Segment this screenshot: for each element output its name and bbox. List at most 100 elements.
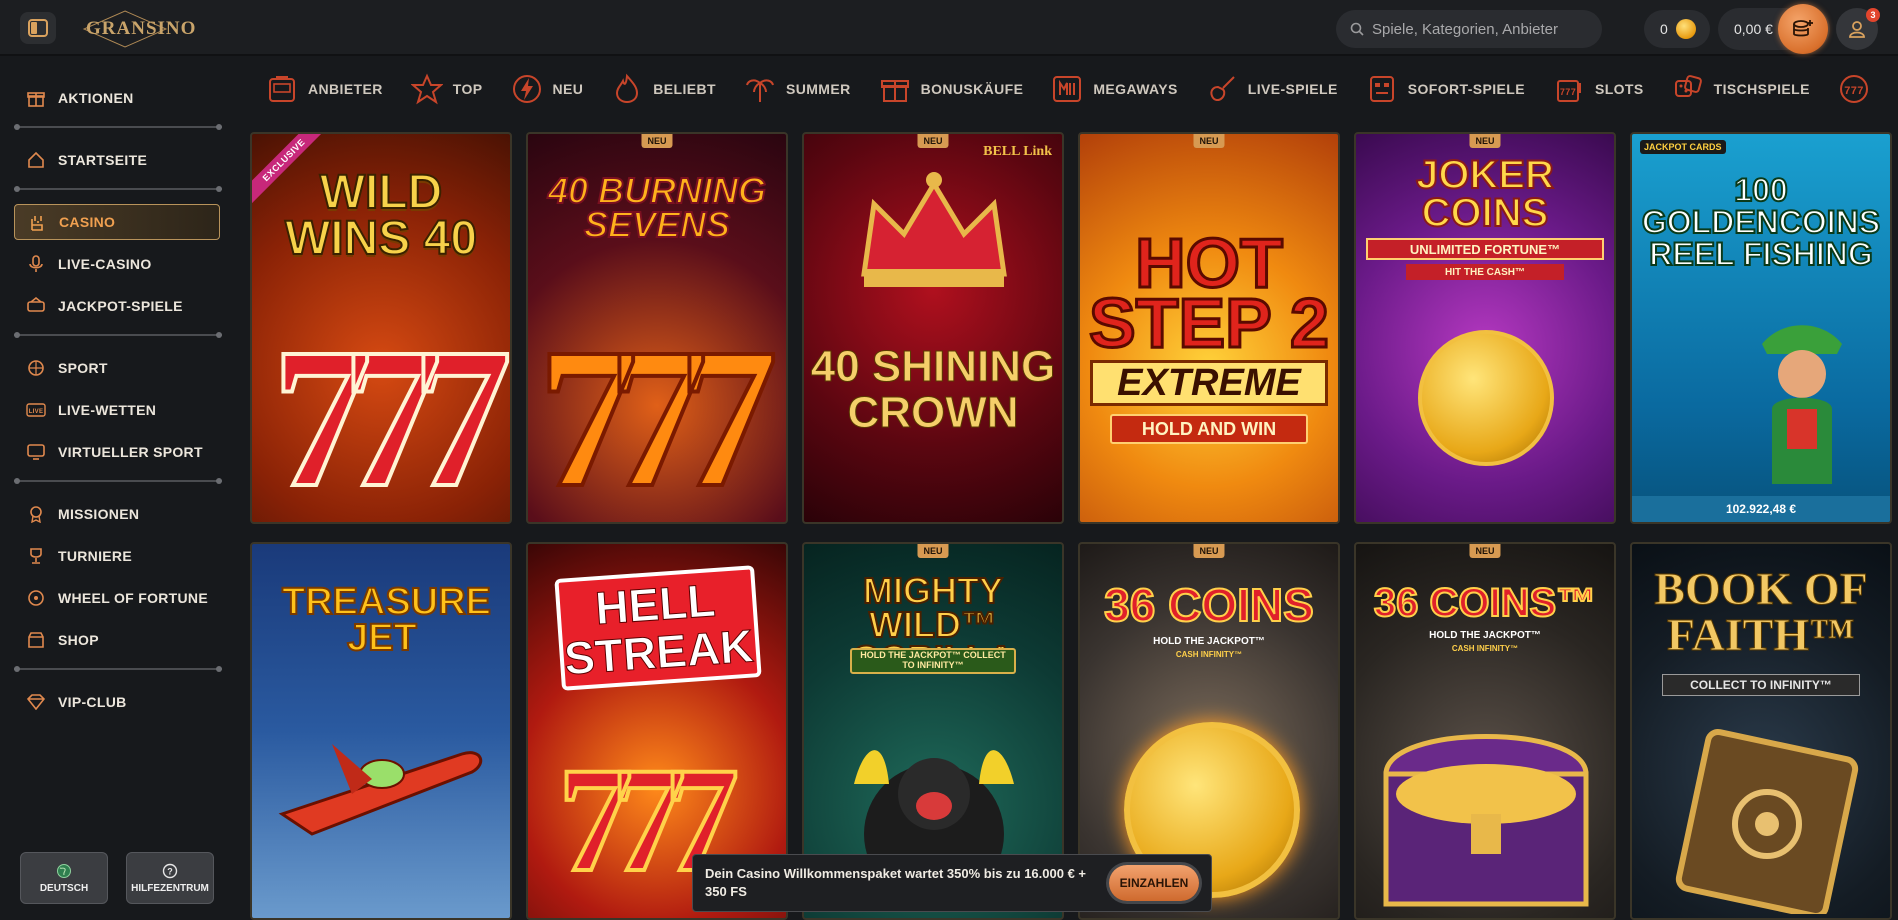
language-button[interactable]: DEUTSCH (20, 852, 108, 904)
category-tischspiele[interactable]: TISCHSPIELE (1658, 62, 1824, 116)
game-tagline: CASH INFINITY™ (1175, 650, 1243, 659)
sidebar-toggle-button[interactable] (20, 12, 56, 44)
game-tile-treasure-jet[interactable]: TREASURE JET (250, 542, 512, 920)
sidebar-item-jackpot-spiele[interactable]: JACKPOT-SPIELE (14, 288, 220, 324)
crown-image (861, 172, 1007, 287)
balance-value: 0,00 € (1734, 21, 1773, 37)
category-sofort-spiele[interactable]: SOFORT-SPIELE (1352, 62, 1539, 116)
diamond-icon (26, 692, 46, 712)
user-account-button[interactable]: 3 (1836, 8, 1880, 50)
tiki-icon (1366, 73, 1398, 105)
palm-icon (744, 73, 776, 105)
category-label: TOP (452, 81, 483, 97)
sidebar-item-virtueller-sport[interactable]: VIRTUELLER SPORT (14, 434, 220, 470)
game-subtitle: HOLD THE JACKPOT™ COLLECT TO INFINITY™ (850, 648, 1016, 674)
sidebar-divider (14, 666, 222, 672)
deposit-button[interactable] (1778, 4, 1828, 54)
gold-coin-image (1418, 330, 1554, 466)
sidebar-item-label: VIRTUELLER SPORT (58, 444, 203, 460)
category-label: MEGAWAYS (1093, 81, 1178, 97)
treasure-chest-image (1383, 734, 1589, 907)
new-badge: NEU (1193, 134, 1225, 148)
logo[interactable]: GRANSINO (82, 10, 195, 48)
sidebar: AKTIONEN STARTSEITE CASINO LIVE-CASINO J… (0, 58, 236, 920)
shop-icon (26, 630, 46, 650)
sidebar-item-missionen[interactable]: MISSIONEN (14, 496, 220, 532)
game-title: WILD WINS 40 (284, 166, 478, 265)
sidebar-item-casino[interactable]: CASINO (14, 204, 220, 240)
game-title: 100 GOLDENCOINS REEL FISHING (1641, 172, 1881, 272)
sidebar-item-turniere[interactable]: TURNIERE (14, 538, 220, 574)
game-subtitle: HOLD THE JACKPOT™ (1153, 636, 1265, 647)
game-title: BOOK OF FAITH™ (1654, 563, 1868, 660)
new-badge: NEU (1193, 544, 1225, 558)
star-icon (410, 73, 443, 105)
jet-plane-image (278, 744, 483, 836)
category-label: SLOTS (1594, 81, 1644, 97)
category-anbieter[interactable]: ANBIETER (252, 62, 397, 116)
help-center-button[interactable]: ? HILFEZENTRUM (126, 852, 214, 904)
sidebar-divider (14, 124, 222, 130)
game-tile-36-coins-2[interactable]: NEU 36 COINS™ HOLD THE JACKPOT™ CASH INF… (1354, 542, 1616, 920)
category-label: TISCHSPIELE (1713, 81, 1810, 97)
game-title: HOT STEP 2 (1088, 224, 1331, 362)
category-bar: ANBIETER TOP NEU BELIEBT SUMMER BONUSKÄU… (252, 62, 1898, 116)
sidebar-item-live-casino[interactable]: LIVE-CASINO (14, 246, 220, 282)
game-tagline: CASH INFINITY™ (1451, 644, 1519, 653)
sidebar-item-label: STARTSEITE (58, 152, 148, 168)
category-more[interactable]: 777 (1824, 62, 1884, 116)
category-label: ANBIETER (308, 81, 383, 97)
category-megaways[interactable]: MEGAWAYS (1037, 62, 1191, 116)
coins-balance[interactable]: 0 (1644, 10, 1710, 48)
sidebar-item-label: TURNIERE (58, 548, 132, 564)
game-title: JOKER COINS (1415, 153, 1555, 235)
category-slots[interactable]: 777 SLOTS (1539, 62, 1658, 116)
search-box[interactable] (1336, 10, 1602, 48)
sidebar-item-wheel-of-fortune[interactable]: WHEEL OF FORTUNE (14, 580, 220, 616)
search-input[interactable] (1372, 20, 1582, 38)
live-icon: LIVE (26, 400, 46, 420)
category-neu[interactable]: NEU (497, 62, 598, 116)
wallet-plus-icon (1793, 20, 1813, 37)
game-subtitle: UNLIMITED FORTUNE™ (1366, 238, 1604, 260)
category-beliebt[interactable]: BELIEBT (597, 62, 730, 116)
guitar-icon (1206, 73, 1238, 105)
category-top[interactable]: TOP (397, 62, 497, 116)
coins-value: 0 (1660, 21, 1668, 37)
game-tile-100-goldencoins-reel-fishing[interactable]: JACKPOT CARDS 100 GOLDENCOINS REEL FISHI… (1630, 132, 1892, 524)
sidebar-item-sport[interactable]: SPORT (14, 350, 220, 386)
game-tile-joker-coins[interactable]: NEU JOKER COINS UNLIMITED FORTUNE™ HIT T… (1354, 132, 1616, 524)
new-badge: NEU (917, 134, 949, 148)
svg-text:777: 777 (1560, 87, 1576, 97)
sidebar-divider (14, 332, 222, 338)
category-live-spiele[interactable]: LIVE-SPIELE (1192, 62, 1352, 116)
sidebar-item-live-wetten[interactable]: LIVE LIVE-WETTEN (14, 392, 220, 428)
help-label: HILFEZENTRUM (131, 882, 209, 894)
game-tile-book-of-faith[interactable]: BOOK OF FAITH™ COLLECT TO INFINITY™ (1630, 542, 1892, 920)
sidebar-item-aktionen[interactable]: AKTIONEN (14, 80, 220, 116)
top-bar: GRANSINO 0 0,00 € 3 (0, 0, 1898, 56)
category-summer[interactable]: SUMMER (730, 62, 865, 116)
game-tile-wild-wins-40[interactable]: EXCLUSIVE WILD WINS 40 777 (250, 132, 512, 524)
game-tile-40-burning-sevens[interactable]: NEU 40 BURNING SEVENS 777 (526, 132, 788, 524)
sidebar-item-label: AKTIONEN (58, 90, 134, 106)
sidebar-item-label: LIVE-WETTEN (58, 402, 157, 418)
user-icon (1849, 21, 1865, 38)
category-bonuskaeufe[interactable]: BONUSKÄUFE (865, 62, 1038, 116)
megaways-icon (1051, 73, 1083, 105)
sidebar-item-label: VIP-CLUB (58, 694, 127, 710)
category-label: SUMMER (785, 81, 851, 97)
sidebar-item-label: SPORT (58, 360, 108, 376)
sidebar-item-shop[interactable]: SHOP (14, 622, 220, 658)
game-tile-40-shining-crown[interactable]: NEU BELL Link 40 SHINING CROWN (802, 132, 1064, 524)
sidebar-item-vip-club[interactable]: VIP-CLUB (14, 684, 220, 720)
category-label: SOFORT-SPIELE (1407, 81, 1525, 97)
game-tile-hot-step-2[interactable]: NEU HOT STEP 2 EXTREME HOLD AND WIN (1078, 132, 1340, 524)
sidebar-item-label: LIVE-CASINO (58, 256, 152, 272)
game-subtitle: HOLD THE JACKPOT™ (1429, 630, 1541, 641)
flame-icon (611, 73, 643, 105)
sidebar-item-startseite[interactable]: STARTSEITE (14, 142, 220, 178)
fisherman-image (1762, 325, 1842, 484)
deposit-cta-button[interactable]: EINZAHLEN (1109, 865, 1199, 901)
medal-icon (26, 504, 46, 524)
